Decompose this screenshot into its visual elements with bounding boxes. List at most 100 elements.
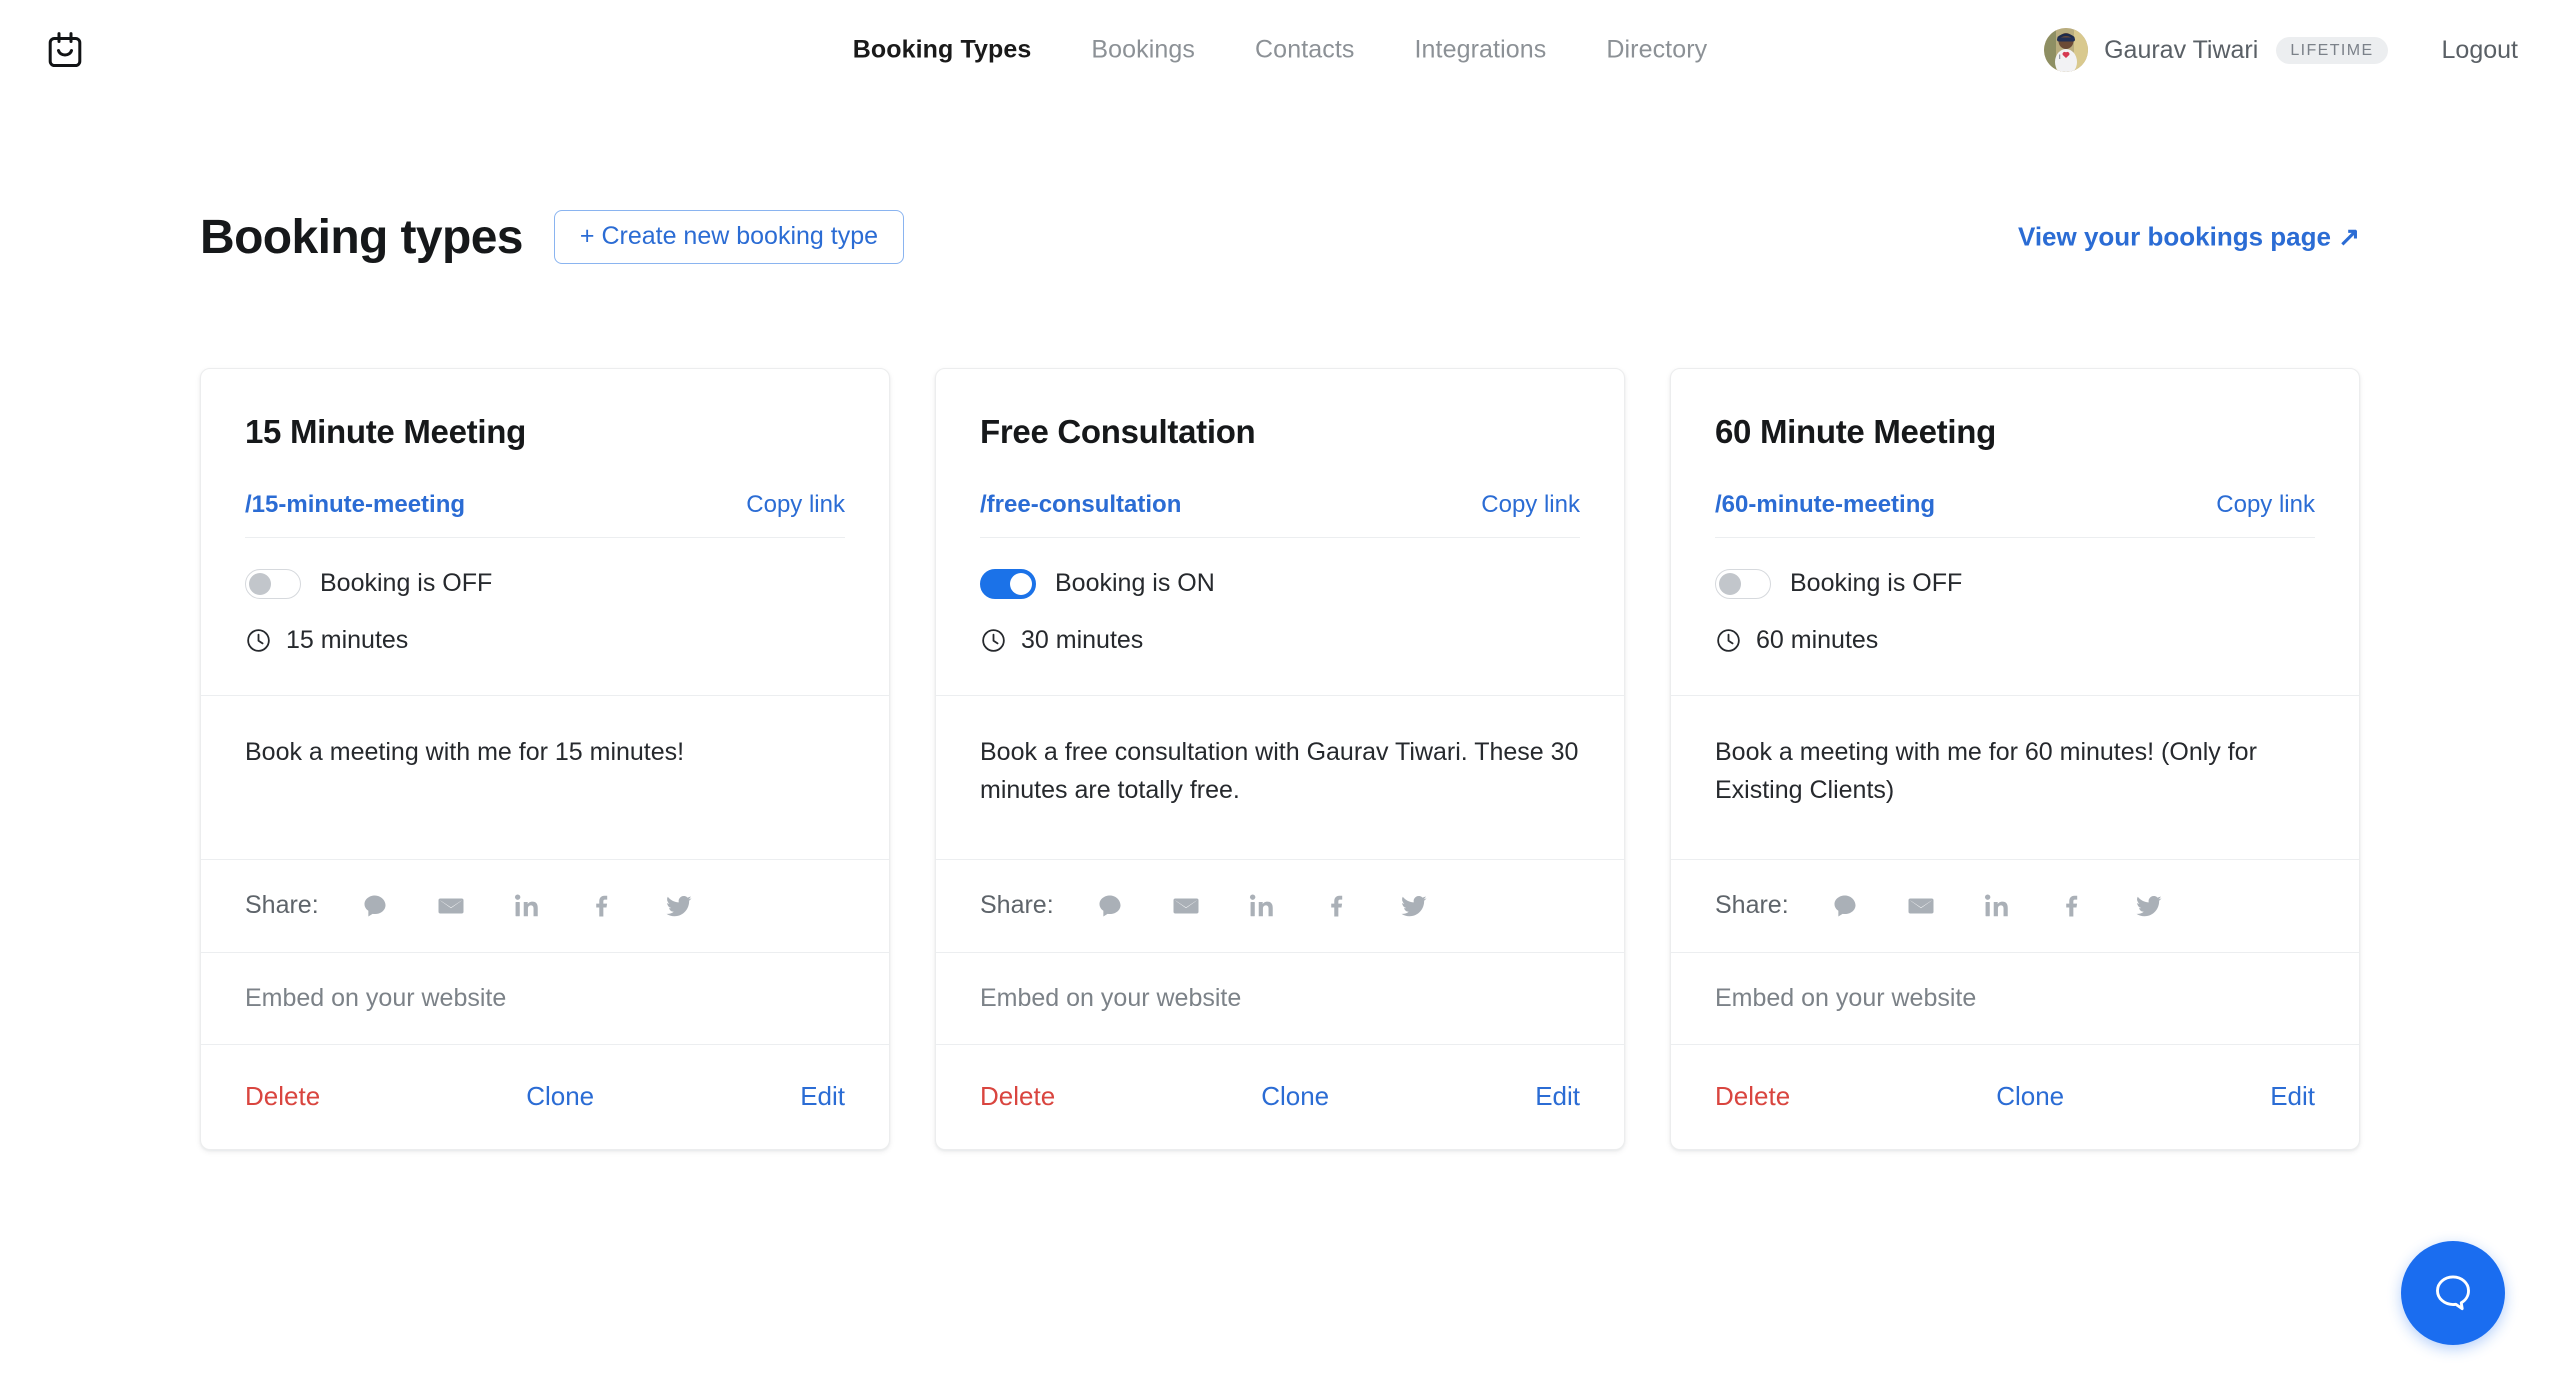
booking-type-description: Book a meeting with me for 60 minutes! (… <box>1671 695 2359 859</box>
embed-on-website-link[interactable]: Embed on your website <box>201 952 889 1044</box>
embed-on-website-link[interactable]: Embed on your website <box>936 952 1624 1044</box>
share-label: Share: <box>245 891 319 920</box>
delete-button[interactable]: Delete <box>980 1081 1055 1112</box>
clock-icon <box>1715 627 1742 654</box>
facebook-icon[interactable] <box>583 886 623 926</box>
chat-support-button[interactable] <box>2401 1241 2505 1345</box>
user-account-area: I Gaurav Tiwari LIFETIME Logout <box>2044 28 2518 72</box>
facebook-icon[interactable] <box>1318 886 1358 926</box>
booking-type-title: 15 Minute Meeting <box>245 413 845 451</box>
booking-type-description: Book a free consultation with Gaurav Tiw… <box>936 695 1624 859</box>
avatar[interactable]: I <box>2044 28 2088 72</box>
create-new-booking-type-button[interactable]: + Create new booking type <box>554 210 904 264</box>
twitter-icon[interactable] <box>1394 886 1434 926</box>
card-header: 60 Minute Meeting /60-minute-meeting Cop… <box>1671 369 2359 695</box>
edit-button[interactable]: Edit <box>2270 1081 2315 1112</box>
booking-enabled-toggle[interactable] <box>1715 569 1771 599</box>
linkedin-icon[interactable] <box>1242 886 1282 926</box>
nav-item-integrations[interactable]: Integrations <box>1415 36 1547 65</box>
clone-button[interactable]: Clone <box>1996 1081 2064 1112</box>
nav-item-bookings[interactable]: Bookings <box>1091 36 1195 65</box>
share-icon-group <box>355 886 699 926</box>
embed-on-website-link[interactable]: Embed on your website <box>1671 952 2359 1044</box>
slug-row: /15-minute-meeting Copy link <box>245 491 845 538</box>
share-row: Share: <box>936 859 1624 952</box>
linkedin-icon[interactable] <box>1977 886 2017 926</box>
booking-toggle-row: Booking is OFF <box>1715 569 2315 599</box>
duration-label: 60 minutes <box>1756 626 1878 655</box>
booking-type-title: 60 Minute Meeting <box>1715 413 2315 451</box>
logout-button[interactable]: Logout <box>2442 36 2518 65</box>
nav-item-booking-types[interactable]: Booking Types <box>853 36 1032 65</box>
top-navigation-bar: Booking Types Bookings Contacts Integrat… <box>0 0 2560 100</box>
main-nav: Booking Types Bookings Contacts Integrat… <box>853 36 1708 65</box>
copy-link-button[interactable]: Copy link <box>746 491 845 519</box>
booking-status-label: Booking is OFF <box>1790 569 1962 598</box>
toggle-knob <box>1719 573 1741 595</box>
copy-link-button[interactable]: Copy link <box>2216 491 2315 519</box>
card-actions-row: Delete Clone Edit <box>201 1044 889 1149</box>
nav-item-directory[interactable]: Directory <box>1606 36 1707 65</box>
booking-toggle-row: Booking is OFF <box>245 569 845 599</box>
delete-button[interactable]: Delete <box>245 1081 320 1112</box>
booking-type-title: Free Consultation <box>980 413 1580 451</box>
delete-button[interactable]: Delete <box>1715 1081 1790 1112</box>
email-icon[interactable] <box>1901 886 1941 926</box>
duration-label: 30 minutes <box>1021 626 1143 655</box>
booking-status-label: Booking is ON <box>1055 569 1215 598</box>
user-name: Gaurav Tiwari <box>2104 36 2258 65</box>
booking-type-description: Book a meeting with me for 15 minutes! <box>201 695 889 859</box>
booking-type-card: Free Consultation /free-consultation Cop… <box>935 368 1625 1150</box>
duration-row: 30 minutes <box>980 626 1580 655</box>
toggle-knob <box>1010 573 1032 595</box>
plan-badge: LIFETIME <box>2276 37 2387 64</box>
calendar-smile-logo[interactable] <box>42 27 88 73</box>
booking-enabled-toggle[interactable] <box>980 569 1036 599</box>
email-icon[interactable] <box>431 886 471 926</box>
share-row: Share: <box>201 859 889 952</box>
booking-types-grid: 15 Minute Meeting /15-minute-meeting Cop… <box>0 368 2560 1150</box>
booking-enabled-toggle[interactable] <box>245 569 301 599</box>
toggle-knob <box>249 573 271 595</box>
duration-row: 15 minutes <box>245 626 845 655</box>
booking-type-card: 15 Minute Meeting /15-minute-meeting Cop… <box>200 368 890 1150</box>
booking-type-slug-link[interactable]: /free-consultation <box>980 491 1181 519</box>
booking-type-card: 60 Minute Meeting /60-minute-meeting Cop… <box>1670 368 2360 1150</box>
edit-button[interactable]: Edit <box>800 1081 845 1112</box>
clone-button[interactable]: Clone <box>1261 1081 1329 1112</box>
clock-icon <box>245 627 272 654</box>
booking-status-label: Booking is OFF <box>320 569 492 598</box>
view-bookings-page-link[interactable]: View your bookings page ↗ <box>2018 222 2360 253</box>
booking-type-slug-link[interactable]: /60-minute-meeting <box>1715 491 1935 519</box>
clone-button[interactable]: Clone <box>526 1081 594 1112</box>
sms-chat-icon[interactable] <box>1090 886 1130 926</box>
twitter-icon[interactable] <box>2129 886 2169 926</box>
calendar-smile-icon <box>48 32 82 68</box>
slug-row: /free-consultation Copy link <box>980 491 1580 538</box>
copy-link-button[interactable]: Copy link <box>1481 491 1580 519</box>
slug-row: /60-minute-meeting Copy link <box>1715 491 2315 538</box>
sms-chat-icon[interactable] <box>1825 886 1865 926</box>
duration-row: 60 minutes <box>1715 626 2315 655</box>
edit-button[interactable]: Edit <box>1535 1081 1580 1112</box>
card-actions-row: Delete Clone Edit <box>936 1044 1624 1149</box>
booking-type-slug-link[interactable]: /15-minute-meeting <box>245 491 465 519</box>
email-icon[interactable] <box>1166 886 1206 926</box>
share-icon-group <box>1090 886 1434 926</box>
page-title: Booking types <box>200 210 523 265</box>
share-icon-group <box>1825 886 2169 926</box>
share-row: Share: <box>1671 859 2359 952</box>
card-actions-row: Delete Clone Edit <box>1671 1044 2359 1149</box>
twitter-icon[interactable] <box>659 886 699 926</box>
linkedin-icon[interactable] <box>507 886 547 926</box>
chat-bubble-icon <box>2430 1270 2476 1316</box>
booking-toggle-row: Booking is ON <box>980 569 1580 599</box>
card-header: Free Consultation /free-consultation Cop… <box>936 369 1624 695</box>
sms-chat-icon[interactable] <box>355 886 395 926</box>
share-label: Share: <box>980 891 1054 920</box>
nav-item-contacts[interactable]: Contacts <box>1255 36 1354 65</box>
avatar-photo: I <box>2044 28 2088 72</box>
duration-label: 15 minutes <box>286 626 408 655</box>
share-label: Share: <box>1715 891 1789 920</box>
facebook-icon[interactable] <box>2053 886 2093 926</box>
